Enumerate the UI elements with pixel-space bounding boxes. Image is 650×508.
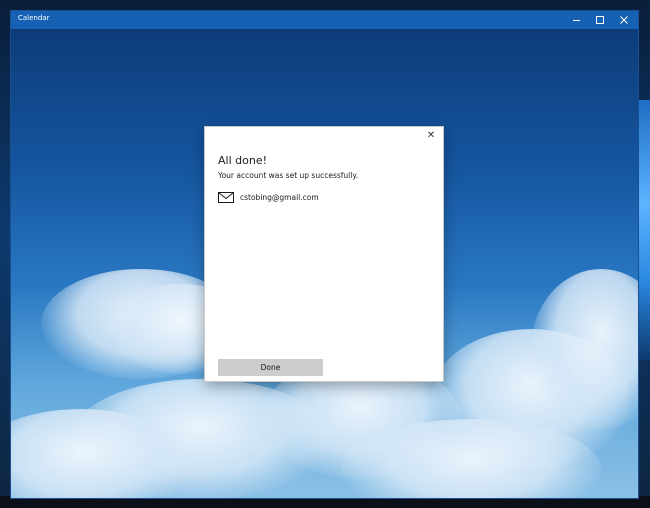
account-email: cstobing@gmail.com: [240, 192, 319, 202]
mail-icon: [218, 191, 234, 203]
account-row: cstobing@gmail.com: [218, 191, 319, 203]
account-setup-dialog: ✕ All done! Your account was set up succ…: [205, 127, 443, 381]
dialog-close-button[interactable]: ✕: [425, 130, 437, 142]
close-window-button[interactable]: [612, 11, 636, 29]
minimize-icon: [572, 19, 580, 21]
dialog-message: Your account was set up successfully.: [218, 171, 359, 180]
maximize-button[interactable]: [588, 11, 612, 29]
close-icon: [620, 16, 628, 24]
dialog-title: All done!: [218, 154, 267, 167]
minimize-button[interactable]: [564, 11, 588, 29]
maximize-icon: [596, 16, 604, 24]
done-button[interactable]: Done: [218, 359, 323, 376]
window-title: Calendar: [18, 14, 50, 22]
title-bar[interactable]: Calendar: [11, 11, 638, 29]
close-icon: ✕: [426, 130, 436, 141]
